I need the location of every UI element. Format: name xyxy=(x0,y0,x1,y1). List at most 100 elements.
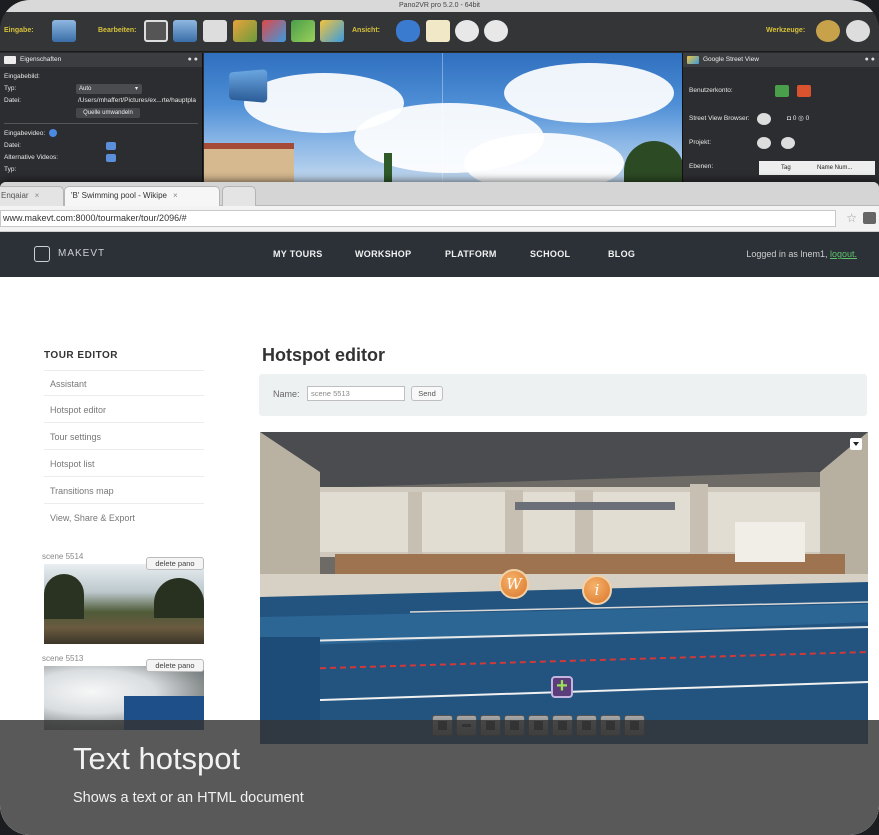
url-field[interactable]: www.makevt.com:8000/tourmaker/tour/2096/… xyxy=(0,210,836,227)
close-tab-icon[interactable]: × xyxy=(35,191,40,200)
sidebar-item-view-share-export[interactable]: View, Share & Export xyxy=(44,505,204,531)
viewer-settings-icon[interactable] xyxy=(144,20,168,42)
account-label: Benutzerkonto: xyxy=(689,87,733,94)
convert-source-button[interactable]: Quelle umwandeln xyxy=(76,108,140,118)
cloud xyxy=(504,63,674,123)
alt-videos-row: Alternative Videos: xyxy=(0,152,202,164)
tab-2[interactable]: 'B' Swimming pool - Wikipe × xyxy=(64,186,220,206)
maps-icon[interactable] xyxy=(320,20,344,42)
sidebar-item-tour-settings[interactable]: Tour settings xyxy=(44,424,204,450)
name-label: Name: xyxy=(273,389,300,399)
panel-close-icon[interactable]: ● ● xyxy=(865,56,875,64)
panorama-viewer[interactable]: W i xyxy=(260,432,868,744)
cloud-icon[interactable] xyxy=(757,113,771,125)
logged-in-text: Logged in as lnem1, xyxy=(746,249,828,259)
typ-select-value: Auto xyxy=(79,86,92,92)
logout-link[interactable]: logout. xyxy=(830,249,857,259)
convert-row: Quelle umwandeln xyxy=(0,107,202,119)
ansicht-label: Ansicht: xyxy=(352,27,380,34)
nav-blog[interactable]: BLOG xyxy=(608,249,635,259)
login-icon[interactable] xyxy=(775,85,789,97)
ebenen-label: Ebenen: xyxy=(689,163,714,170)
bearbeiten-label: Bearbeiten: xyxy=(98,27,137,34)
new-tab-button[interactable] xyxy=(222,186,256,206)
site-navbar: MAKEVT MY TOURS WORKSHOP PLATFORM SCHOOL… xyxy=(0,232,879,277)
drag-panorama-icon xyxy=(229,69,268,103)
close-tab-icon[interactable]: × xyxy=(173,191,178,200)
download-cloud-icon[interactable] xyxy=(781,137,795,149)
binoculars-icon[interactable] xyxy=(396,20,420,42)
login-status: Logged in as lnem1, logout. xyxy=(746,249,857,259)
datei-row: Datei: /Users/mhaffert/Pictures/ex...rte… xyxy=(0,95,202,107)
sv-browser-counts: ◘ 0 ◎ 0 xyxy=(787,115,810,122)
wikipedia-hotspot-icon[interactable]: W xyxy=(499,569,529,599)
screenshot-frame: Pano2VR pro 5.2.0 - 64bit Eingabe: Bearb… xyxy=(0,0,879,835)
nav-platform[interactable]: PLATFORM xyxy=(445,249,497,259)
account-row: Benutzerkonto: xyxy=(683,79,879,103)
skin-editor-icon[interactable] xyxy=(262,20,286,42)
panel-close-icon[interactable]: ● ● xyxy=(188,56,198,64)
eye-icon[interactable] xyxy=(484,20,508,42)
properties-panel: Eigenschaften ● ● Eingabebild: Typ: Auto… xyxy=(0,53,203,200)
eingabebild-heading: Eingabebild: xyxy=(4,73,40,80)
scene-name-input[interactable]: scene 5513 xyxy=(307,386,405,401)
delete-pano-button[interactable]: delete pano xyxy=(146,659,204,672)
browse-videos-icon[interactable] xyxy=(106,154,116,162)
eingabevideo-label: Eingabevideo: xyxy=(4,130,46,137)
tour-browser-icon[interactable] xyxy=(173,20,197,42)
notes-icon[interactable] xyxy=(426,20,450,42)
info-icon[interactable] xyxy=(49,129,58,138)
projekt-row: Projekt: xyxy=(683,131,879,155)
brand-name: MAKEVT xyxy=(58,248,106,259)
col-tag: Tag xyxy=(781,165,791,171)
page-title: Hotspot editor xyxy=(262,345,385,365)
pano2vr-panorama-view[interactable] xyxy=(204,53,682,200)
pano2vr-window: Pano2VR pro 5.2.0 - 64bit Eingabe: Bearb… xyxy=(0,0,879,200)
sidebar-item-hotspot-list[interactable]: Hotspot list xyxy=(44,451,204,477)
delete-pano-button[interactable]: delete pano xyxy=(146,557,204,570)
tab-1[interactable]: Enqaiar × xyxy=(0,186,64,206)
bookmark-star-icon[interactable]: ☆ xyxy=(846,211,857,225)
google-maps-icon xyxy=(687,56,699,64)
tools-icon[interactable] xyxy=(816,20,840,42)
typ-label: Typ: xyxy=(4,85,17,92)
scene-thumbnail[interactable] xyxy=(44,564,204,644)
properties-panel-title: Eigenschaften xyxy=(20,56,62,63)
typ-row: Typ: Auto ▾ xyxy=(0,83,202,95)
compass-icon[interactable] xyxy=(455,20,479,42)
typ-select[interactable]: Auto ▾ xyxy=(76,84,142,94)
menu-toggle-icon[interactable] xyxy=(850,438,862,450)
sidebar-item-transitions-map[interactable]: Transitions map xyxy=(44,478,204,504)
street-view-title: Google Street View xyxy=(703,56,759,63)
projekt-label: Projekt: xyxy=(689,139,712,146)
nav-my-tours[interactable]: MY TOURS xyxy=(273,249,323,259)
sv-browser-row: Street View Browser: ◘ 0 ◎ 0 xyxy=(683,107,879,131)
panel-divider xyxy=(4,123,198,124)
eingabe-label: Eingabe: xyxy=(4,27,34,34)
upload-cloud-icon[interactable] xyxy=(757,137,771,149)
patches-icon[interactable] xyxy=(233,20,257,42)
film-reel-icon[interactable] xyxy=(846,20,870,42)
info-hotspot-icon[interactable]: i xyxy=(582,575,612,605)
video-datei-label: Datei: xyxy=(4,142,21,149)
scene-name: scene 5514 xyxy=(42,552,84,561)
caption-subtitle: Shows a text or an HTML document xyxy=(73,790,304,806)
animation-icon[interactable] xyxy=(291,20,315,42)
datei-label: Datei: xyxy=(4,97,21,104)
logout-icon[interactable] xyxy=(797,85,811,97)
tab-2-label: 'B' Swimming pool - Wikipe xyxy=(71,191,167,200)
browse-file-icon[interactable] xyxy=(106,142,116,150)
select-arrow-icon: ▾ xyxy=(134,86,138,92)
input-panorama-icon[interactable] xyxy=(52,20,76,42)
sidebar-item-assistant[interactable]: Assistant xyxy=(44,370,204,396)
pano2vr-toolbar: Eingabe: Bearbeiten: Ansicht: Werkzeuge: xyxy=(0,12,879,52)
extension-icon[interactable] xyxy=(863,212,876,224)
nav-school[interactable]: SCHOOL xyxy=(530,249,570,259)
properties-card-icon[interactable] xyxy=(203,20,227,42)
sidebar-item-hotspot-editor[interactable]: Hotspot editor xyxy=(44,397,204,423)
add-hotspot-icon[interactable] xyxy=(551,675,573,698)
nav-workshop[interactable]: WORKSHOP xyxy=(355,249,411,259)
caption-overlay: Text hotspot Shows a text or an HTML doc… xyxy=(0,720,879,835)
caption-title: Text hotspot xyxy=(73,741,241,776)
send-button[interactable]: Send xyxy=(411,386,443,401)
